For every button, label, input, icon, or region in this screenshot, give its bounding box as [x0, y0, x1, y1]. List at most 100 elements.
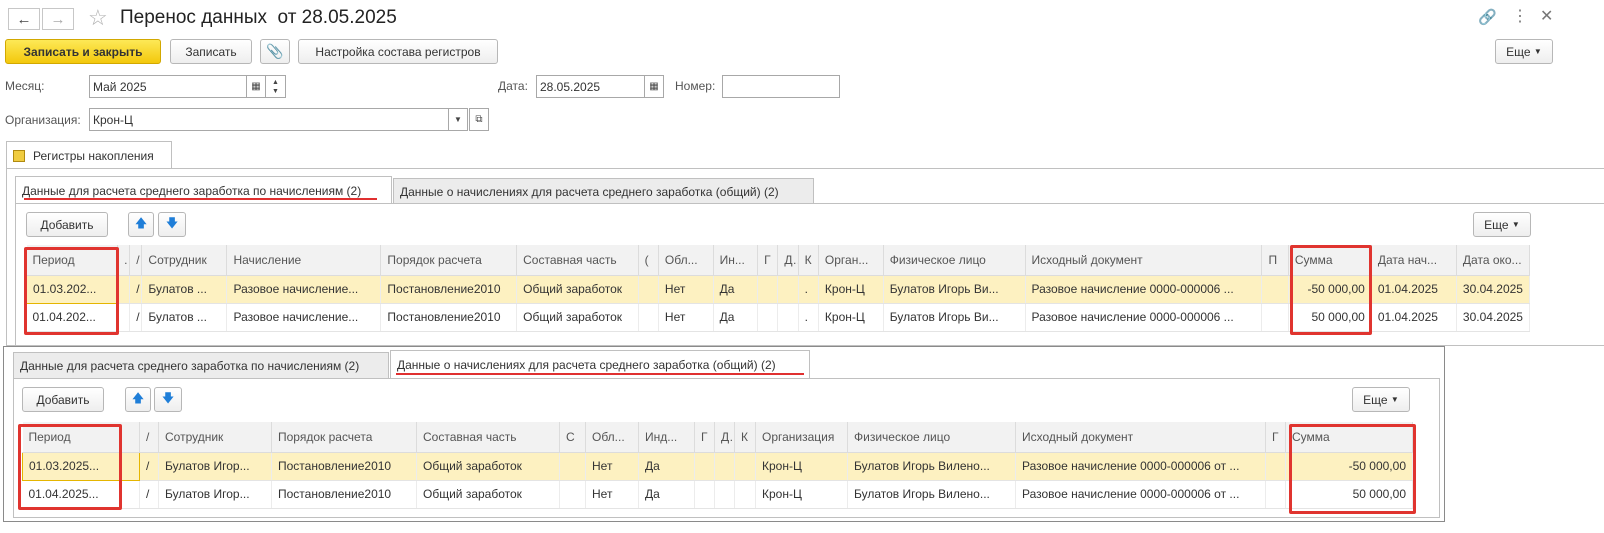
col-person[interactable]: Физическое лицо	[883, 245, 1026, 276]
cell-person[interactable]: Булатов Игорь Виленo...	[847, 480, 1016, 509]
cell-source-doc[interactable]: Разовое начисление 0000-000006 ...	[1025, 275, 1263, 304]
col-source-doc[interactable]: Исходный документ	[1015, 422, 1266, 453]
col-c[interactable]: С	[559, 422, 586, 453]
cell[interactable]	[1265, 452, 1286, 481]
cell-employee[interactable]: Булатов Игор...	[158, 480, 272, 509]
move-up-button[interactable]: 🡅	[128, 212, 154, 237]
cell-organization[interactable]: Крон-Ц	[818, 303, 884, 332]
cell-taxable[interactable]: Нет	[585, 480, 639, 509]
col-flag[interactable]: .	[117, 245, 131, 276]
col-g[interactable]: Г	[694, 422, 715, 453]
cell[interactable]	[694, 452, 715, 481]
cell-person[interactable]: Булатов Игорь Виленo...	[847, 452, 1016, 481]
col-indexed[interactable]: Инд...	[638, 422, 695, 453]
col-slash[interactable]: /	[139, 422, 159, 453]
link-icon[interactable]: 🔗	[1478, 8, 1497, 26]
cell-taxable[interactable]: Нет	[585, 452, 639, 481]
col-calc-order[interactable]: Порядок расчета	[380, 245, 518, 276]
cell-source-doc[interactable]: Разовое начисление 0000-000006 от ...	[1015, 480, 1266, 509]
col-g2[interactable]: Г	[1265, 422, 1286, 453]
cell-component[interactable]: Общий заработок	[516, 275, 639, 304]
move-down-button[interactable]: 🡇	[154, 387, 182, 412]
back-button[interactable]: ←	[8, 8, 40, 30]
cell-organization[interactable]: Крон-Ц	[755, 480, 848, 509]
number-field[interactable]	[722, 75, 840, 98]
move-down-button[interactable]: 🡇	[158, 212, 186, 237]
cell-accrual[interactable]: Разовое начисление...	[226, 275, 382, 304]
cell-employee[interactable]: Булатов Игор...	[158, 452, 272, 481]
cell-component[interactable]: Общий заработок	[416, 452, 560, 481]
col-d[interactable]: Д	[777, 245, 799, 276]
add-button[interactable]: Добавить	[22, 387, 104, 412]
add-button[interactable]: Добавить	[26, 212, 108, 237]
cell-organization[interactable]: Крон-Ц	[818, 275, 884, 304]
col-source-doc[interactable]: Исходный документ	[1025, 245, 1263, 276]
cell-person[interactable]: Булатов Игорь Ви...	[883, 303, 1026, 332]
cell[interactable]	[757, 275, 779, 304]
cell[interactable]	[714, 452, 735, 481]
col-slash[interactable]: /	[129, 245, 143, 276]
cell-calc-order[interactable]: Постановление2010	[271, 452, 417, 481]
calendar-button[interactable]: ▦	[246, 75, 266, 98]
col-organization[interactable]: Орган...	[818, 245, 884, 276]
cell-indexed[interactable]: Да	[638, 452, 695, 481]
col-k[interactable]: К	[798, 245, 819, 276]
cell[interactable]	[559, 480, 586, 509]
date-calendar-button[interactable]: ▦	[644, 75, 664, 98]
cell-taxable[interactable]: Нет	[658, 303, 714, 332]
cell-employee[interactable]: Булатов ...	[141, 303, 228, 332]
favorite-star-icon[interactable]: ☆	[88, 5, 108, 31]
cell[interactable]	[638, 275, 659, 304]
cell-end-date[interactable]: 30.04.2025	[1456, 303, 1531, 332]
organization-field[interactable]: Крон-Ц	[89, 108, 449, 131]
cell[interactable]	[714, 480, 735, 509]
cell-person[interactable]: Булатов Игорь Ви...	[883, 275, 1026, 304]
cell[interactable]	[117, 275, 131, 304]
cell[interactable]: /	[139, 452, 159, 481]
forward-button[interactable]: →	[42, 8, 74, 30]
cell[interactable]	[117, 303, 131, 332]
grid-more-button[interactable]: Еще ▼	[1473, 212, 1531, 237]
cell[interactable]: /	[139, 480, 159, 509]
col-g[interactable]: Г	[757, 245, 779, 276]
cell-source-doc[interactable]: Разовое начисление 0000-000006 ...	[1025, 303, 1263, 332]
col-start-date[interactable]: Дата нач...	[1371, 245, 1457, 276]
cell[interactable]	[1265, 480, 1286, 509]
cell[interactable]	[638, 303, 659, 332]
grid-more-button[interactable]: Еще ▼	[1352, 387, 1410, 412]
save-button[interactable]: Записать	[170, 39, 252, 64]
cell-organization[interactable]: Крон-Ц	[755, 452, 848, 481]
col-taxable[interactable]: Обл...	[585, 422, 639, 453]
tab-avg-earnings-by-accruals[interactable]: Данные для расчета среднего заработка по…	[13, 352, 389, 378]
cell[interactable]: .	[798, 275, 819, 304]
cell-source-doc[interactable]: Разовое начисление 0000-000006 от ...	[1015, 452, 1266, 481]
col-p[interactable]: П	[1261, 245, 1289, 276]
month-field[interactable]: Май 2025	[89, 75, 247, 98]
cell-start-date[interactable]: 01.04.2025	[1371, 303, 1457, 332]
date-field[interactable]: 28.05.2025	[536, 75, 645, 98]
cell[interactable]	[694, 480, 715, 509]
month-spinner[interactable]: ▲ ▼	[265, 75, 286, 98]
cell-component[interactable]: Общий заработок	[416, 480, 560, 509]
move-up-button[interactable]: 🡅	[125, 387, 151, 412]
kebab-menu-icon[interactable]: ⋮	[1512, 6, 1528, 26]
attach-button[interactable]: 📎	[260, 39, 290, 64]
cell-component[interactable]: Общий заработок	[516, 303, 639, 332]
tab-avg-earnings-accruals-general[interactable]: Данные о начислениях для расчета среднег…	[393, 178, 814, 204]
col-indexed[interactable]: Ин...	[713, 245, 759, 276]
cell[interactable]: /	[129, 275, 143, 304]
registers-setup-button[interactable]: Настройка состава регистров	[298, 39, 498, 64]
cell-accrual[interactable]: Разовое начисление...	[226, 303, 382, 332]
col-employee[interactable]: Сотрудник	[158, 422, 272, 453]
cell-calc-order[interactable]: Постановление2010	[271, 480, 417, 509]
cell[interactable]	[757, 303, 779, 332]
col-organization[interactable]: Организация	[755, 422, 848, 453]
cell-calc-order[interactable]: Постановление2010	[380, 303, 518, 332]
close-icon[interactable]: ✕	[1540, 6, 1553, 26]
cell-end-date[interactable]: 30.04.2025	[1456, 275, 1531, 304]
col-c[interactable]: (	[638, 245, 659, 276]
col-person[interactable]: Физическое лицо	[847, 422, 1016, 453]
cell[interactable]	[734, 480, 756, 509]
cell-indexed[interactable]: Да	[713, 303, 759, 332]
cell[interactable]: .	[798, 303, 819, 332]
